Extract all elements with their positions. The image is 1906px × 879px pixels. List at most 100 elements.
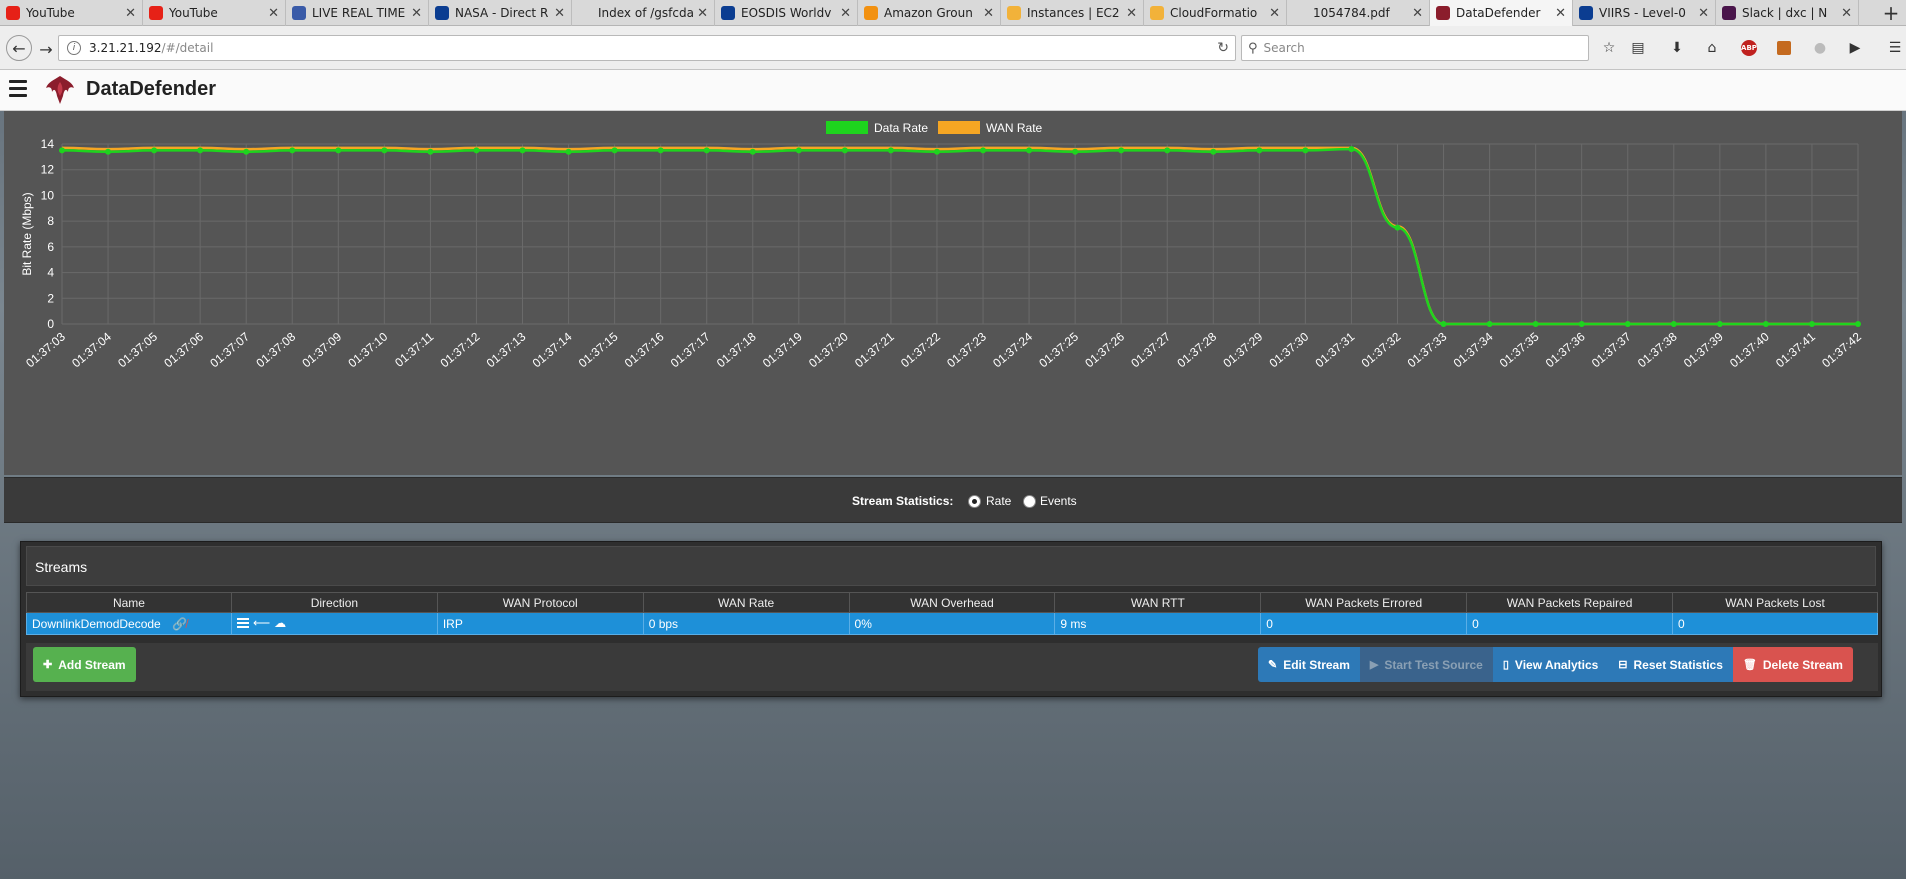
view-analytics-button[interactable]: ▯ View Analytics	[1492, 647, 1609, 682]
close-tab-icon[interactable]: ✕	[840, 6, 851, 21]
arrow-left-icon: ⟵	[252, 616, 271, 630]
close-tab-icon[interactable]: ✕	[554, 6, 565, 21]
browser-tab[interactable]: EOSDIS Worldv ✕	[715, 0, 858, 26]
column-header-wan-overhead[interactable]: WAN Overhead	[848, 592, 1056, 613]
data-point	[1440, 321, 1447, 327]
reading-list-icon[interactable]: ▤	[1627, 37, 1649, 59]
site-info-icon[interactable]: i	[67, 41, 81, 55]
data-point	[59, 147, 65, 154]
browser-tab[interactable]: YouTube ✕	[0, 0, 143, 26]
browser-tab[interactable]: VIIRS - Level-0 ✕	[1573, 0, 1716, 26]
reset-statistics-button[interactable]: ⊟ Reset Statistics	[1608, 647, 1733, 682]
close-tab-icon[interactable]: ✕	[268, 6, 279, 21]
close-tab-icon[interactable]: ✕	[1269, 6, 1280, 21]
close-tab-icon[interactable]: ✕	[1126, 6, 1137, 21]
browser-tab-title: Slack | dxc | N	[1742, 6, 1828, 20]
close-tab-icon[interactable]: ✕	[697, 6, 708, 21]
column-header-wan-rtt[interactable]: WAN RTT	[1054, 592, 1262, 613]
x-tick-label: 01:37:31	[1313, 329, 1358, 370]
radio-rate[interactable]	[968, 495, 981, 508]
data-point	[841, 147, 848, 154]
reload-icon[interactable]: ↻	[1217, 40, 1229, 56]
column-header-wan-packets-lost[interactable]: WAN Packets Lost	[1672, 592, 1878, 613]
x-tick-label: 01:37:04	[69, 329, 114, 370]
y-tick-label: 10	[41, 188, 55, 202]
hamburger-menu-icon[interactable]	[9, 80, 27, 98]
sync-icon[interactable]: ●	[1809, 37, 1831, 59]
close-tab-icon[interactable]: ✕	[1841, 6, 1852, 21]
radio-events-label: Events	[1040, 494, 1077, 508]
forward-icon[interactable]: →	[34, 37, 58, 61]
radio-events[interactable]	[1023, 495, 1036, 508]
browser-tab[interactable]: Amazon Groun ✕	[858, 0, 1001, 26]
extension-icon[interactable]	[1773, 37, 1795, 59]
x-tick-label: 01:37:15	[576, 329, 621, 370]
column-header-direction[interactable]: Direction	[230, 592, 438, 613]
page-icon	[578, 6, 592, 20]
aws-icon	[1007, 6, 1021, 20]
column-header-wan-packets-errored[interactable]: WAN Packets Errored	[1260, 592, 1468, 613]
x-tick-label: 01:37:39	[1681, 329, 1726, 370]
data-point	[105, 148, 112, 155]
home-icon[interactable]: ⌂	[1701, 37, 1723, 59]
data-point	[611, 147, 618, 154]
x-tick-label: 01:37:23	[944, 329, 989, 370]
close-tab-icon[interactable]: ✕	[411, 6, 422, 21]
column-header-wan-packets-repaired[interactable]: WAN Packets Repaired	[1466, 592, 1674, 613]
browser-tab[interactable]: Instances | EC2 ✕	[1001, 0, 1144, 26]
browser-tab-title: NASA - Direct R	[455, 6, 549, 20]
column-header-wan-protocol[interactable]: WAN Protocol	[436, 592, 644, 613]
download-icon[interactable]: ⬇	[1666, 37, 1688, 59]
browser-tab-title: Instances | EC2	[1027, 6, 1120, 20]
edit-stream-button[interactable]: ✎ Edit Stream	[1258, 647, 1360, 682]
stream-name-cell[interactable]: DownlinkDemodDecode 🔗̸	[26, 612, 232, 635]
browser-tab[interactable]: DataDefender ✕	[1430, 0, 1573, 26]
bookmark-star-icon[interactable]: ☆	[1598, 37, 1620, 59]
browser-tab-title: CloudFormatio	[1170, 6, 1258, 20]
close-tab-icon[interactable]: ✕	[1698, 6, 1709, 21]
adblock-icon[interactable]: ABP	[1738, 37, 1760, 59]
reset-statistics-label: Reset Statistics	[1633, 657, 1723, 672]
data-point	[980, 147, 987, 154]
menu-icon[interactable]: ☰	[1884, 37, 1906, 59]
x-tick-label: 01:37:37	[1589, 329, 1634, 370]
data-point	[335, 147, 342, 154]
streams-panel: Streams Name Direction WAN Protocol WAN …	[20, 541, 1882, 697]
table-row[interactable]: DownlinkDemodDecode 🔗̸ ⟵ ☁ IRP 0 bps 0% …	[26, 612, 1878, 635]
close-tab-icon[interactable]: ✕	[1555, 6, 1566, 21]
browser-tab[interactable]: 1054784.pdf ✕	[1287, 0, 1430, 26]
bar-chart-icon: ▯	[1502, 659, 1509, 671]
browser-tab[interactable]: LIVE REAL TIME ✕	[286, 0, 429, 26]
new-tab-button[interactable]: +	[1876, 0, 1906, 26]
start-test-source-button[interactable]: ▶ Start Test Source	[1359, 647, 1493, 682]
stream-errored-cell: 0	[1260, 612, 1468, 635]
data-point	[1072, 148, 1079, 155]
close-tab-icon[interactable]: ✕	[1412, 6, 1423, 21]
data-point	[1210, 148, 1217, 155]
column-header-wan-rate[interactable]: WAN Rate	[642, 592, 850, 613]
browser-tab[interactable]: CloudFormatio ✕	[1144, 0, 1287, 26]
browser-tab[interactable]: NASA - Direct R ✕	[429, 0, 572, 26]
back-icon[interactable]: ←	[6, 35, 32, 61]
x-tick-label: 01:37:29	[1220, 329, 1265, 370]
browser-tab-title: EOSDIS Worldv	[741, 6, 832, 20]
delete-stream-button[interactable]: 🗑 Delete Stream	[1732, 647, 1853, 682]
browser-tab[interactable]: YouTube ✕	[143, 0, 286, 26]
column-header-name[interactable]: Name	[26, 592, 232, 613]
add-stream-button[interactable]: ✚ Add Stream	[33, 647, 136, 682]
start-test-source-label: Start Test Source	[1384, 657, 1483, 672]
data-point	[1532, 321, 1539, 327]
y-tick-label: 6	[47, 240, 54, 254]
stream-name: DownlinkDemodDecode	[32, 616, 161, 631]
url-bar[interactable]: i 3.21.21.192/#/detail ↻	[58, 35, 1236, 61]
browser-tab-title: Index of /gsfcdata/	[598, 6, 694, 20]
close-tab-icon[interactable]: ✕	[983, 6, 994, 21]
x-tick-label: 01:37:41	[1773, 329, 1818, 370]
data-point	[933, 148, 940, 155]
data-point	[1762, 321, 1769, 327]
close-tab-icon[interactable]: ✕	[125, 6, 136, 21]
media-play-icon[interactable]: ▶	[1844, 37, 1866, 59]
browser-tab[interactable]: Index of /gsfcdata/✕	[572, 0, 715, 26]
search-input[interactable]: ⚲ Search	[1241, 35, 1589, 61]
browser-tab[interactable]: Slack | dxc | N ✕	[1716, 0, 1859, 26]
